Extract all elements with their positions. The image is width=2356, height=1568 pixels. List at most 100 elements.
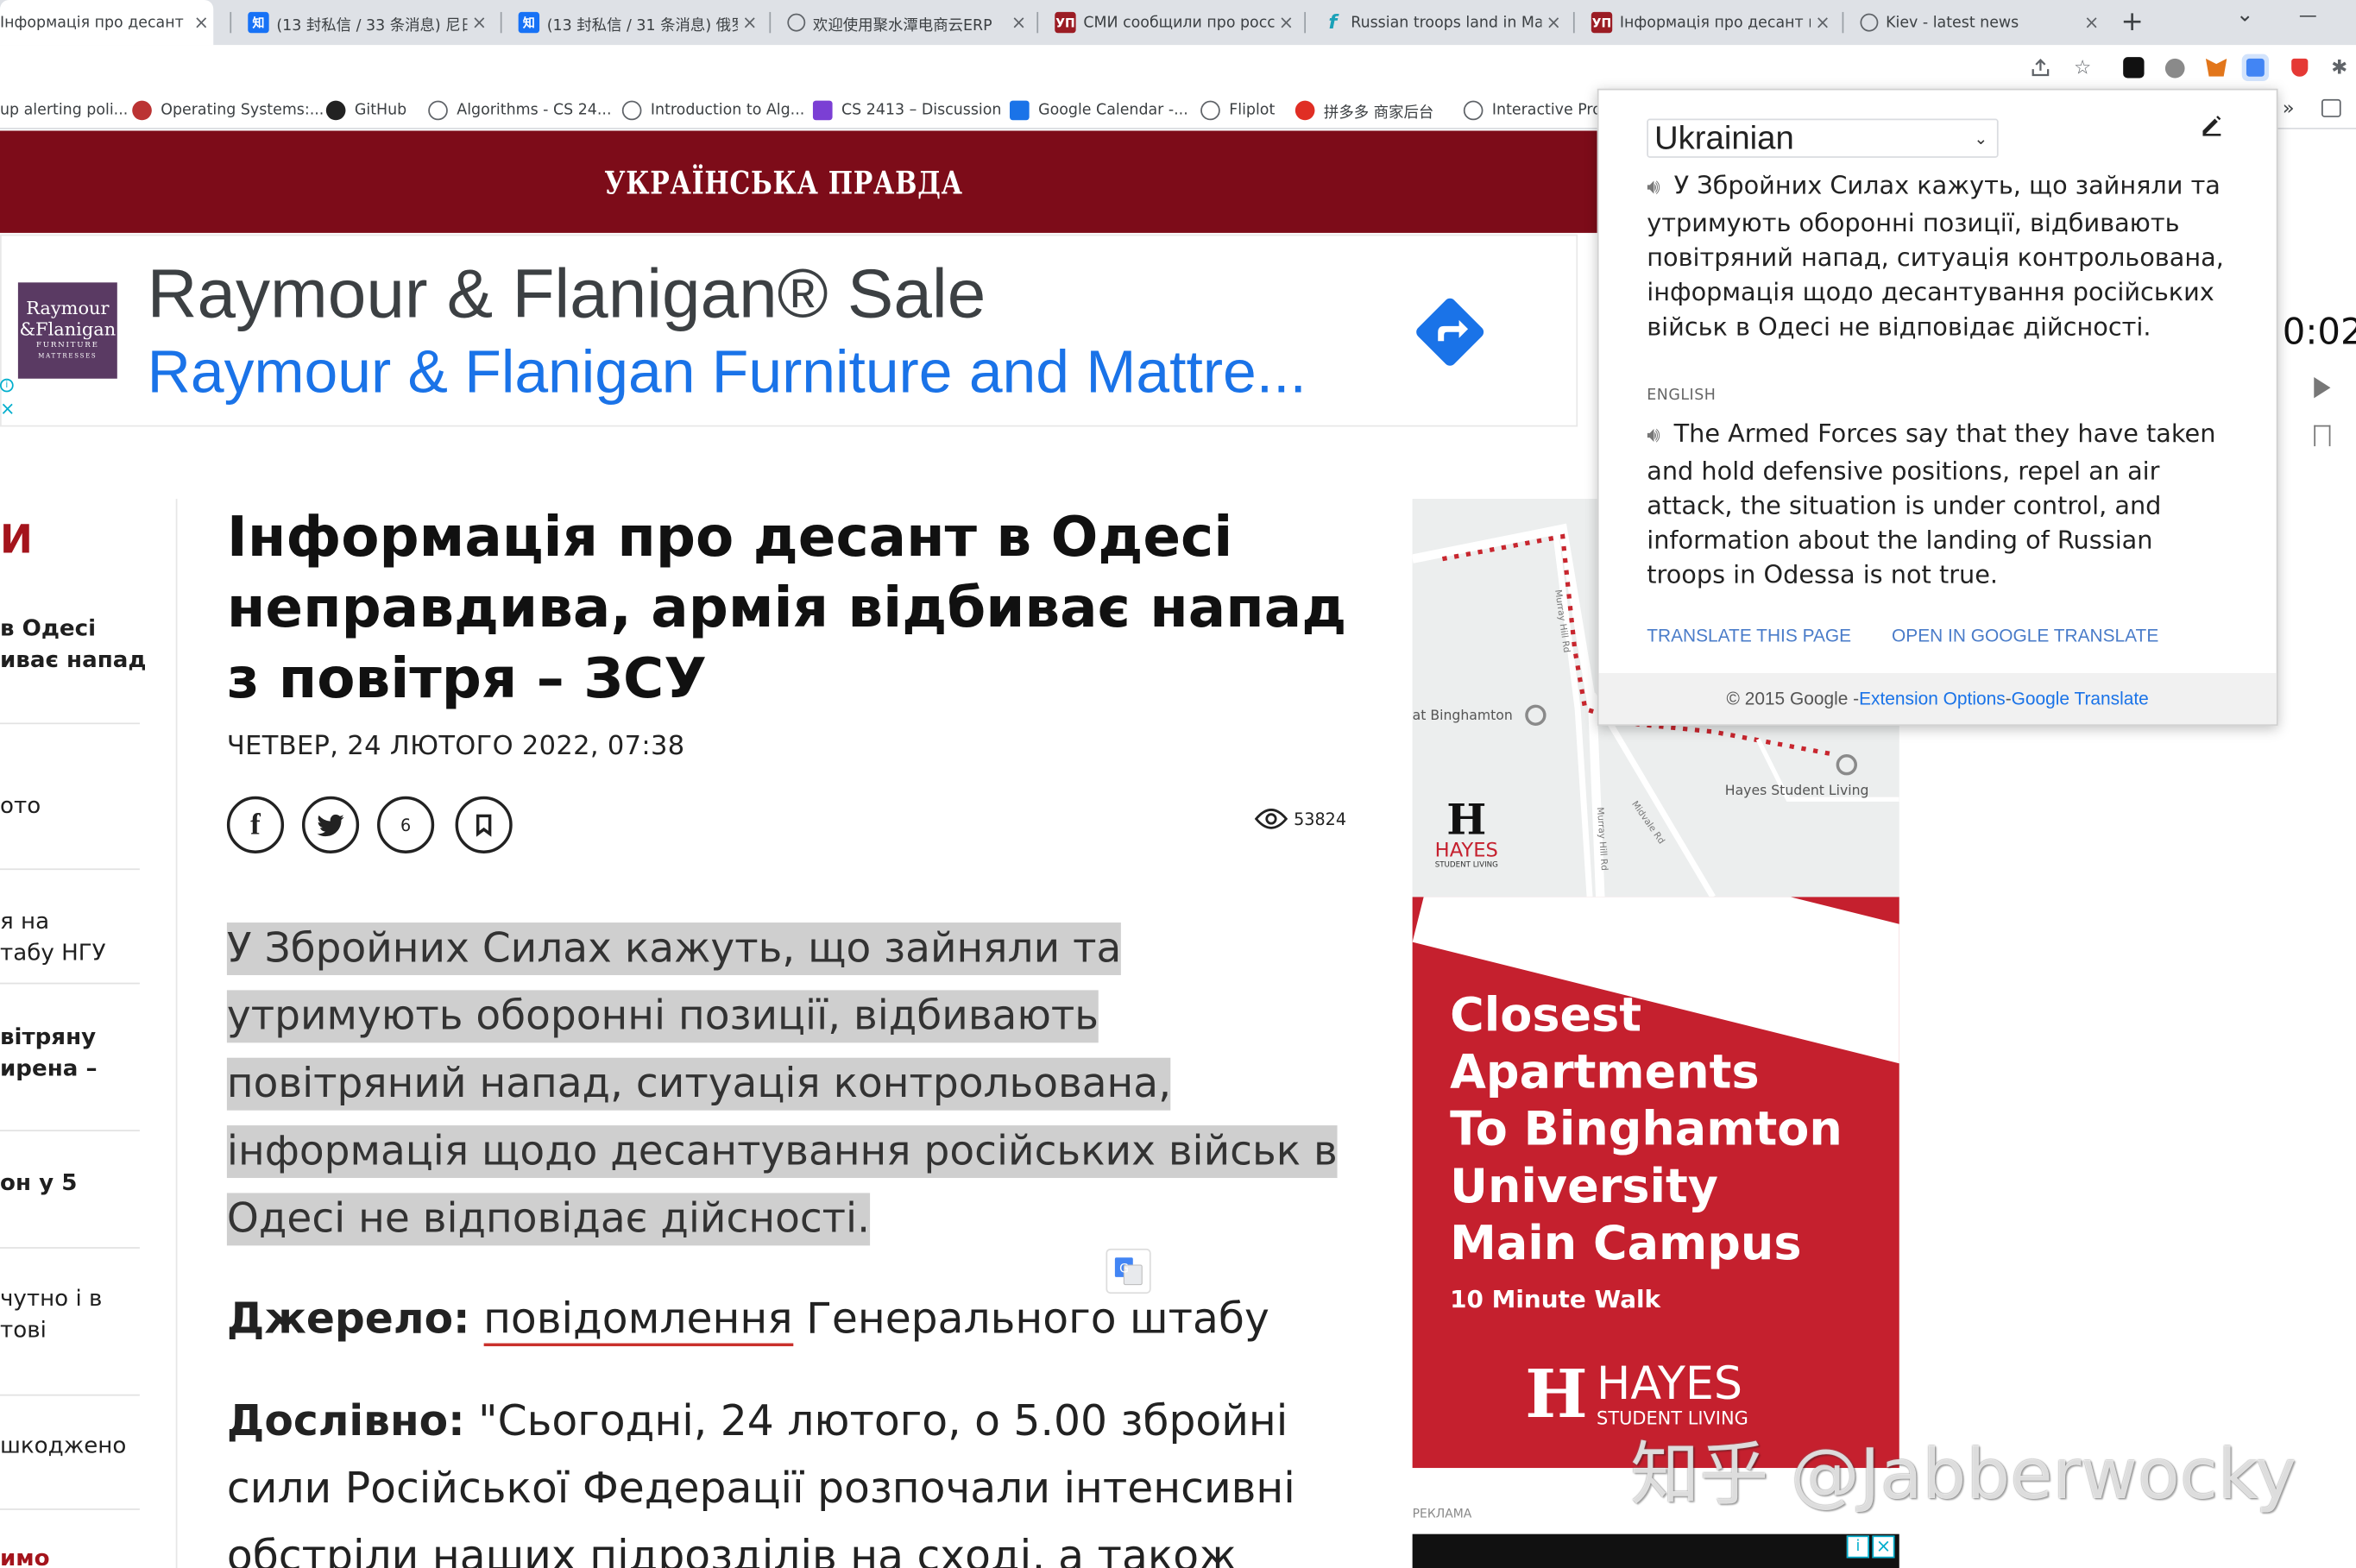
ad-subtitle[interactable]: Raymour & Flanigan Furniture and Mattre.… [148, 339, 1307, 406]
bookmark-label: GitHub [354, 101, 407, 118]
tab-search-chevron-icon[interactable]: ⌄ [2230, 3, 2260, 35]
adchoices-icon[interactable]: i [0, 378, 14, 393]
bookmark-item[interactable]: Algorithms - CS 24... [428, 90, 611, 129]
ad-arrow-icon[interactable] [1413, 294, 1488, 369]
ad-bottom[interactable] [1412, 1533, 1899, 1568]
close-tab-icon[interactable]: × [467, 12, 491, 33]
browser-toolbar [0, 45, 2356, 91]
sidebar-news-item[interactable]: он у 5 [0, 1168, 77, 1200]
sidebar-news-item[interactable]: вітряну ирена – [0, 1022, 98, 1085]
source-link[interactable]: повідомлення [483, 1294, 793, 1347]
bookmark-item[interactable]: Google Calendar -... [1010, 90, 1188, 129]
footer-copyright: © 2015 Google - [1726, 688, 1860, 709]
bookmark-item[interactable]: Introduction to Alg... [621, 90, 804, 129]
zhihu-icon: 知 [518, 11, 540, 34]
source-language-select[interactable]: Ukrainian ⌄ [1647, 118, 1999, 158]
open-google-translate-link[interactable]: OPEN IN GOOGLE TRANSLATE [1892, 625, 2158, 645]
share-icon[interactable] [2027, 54, 2054, 81]
ad-close-icon[interactable]: × [1872, 1535, 1895, 1559]
video-widget[interactable]: 0:02 [2277, 293, 2356, 466]
hayes-small-logo-sub: STUDENT LIVING [1434, 860, 1498, 871]
site-logo[interactable]: УКРАЇНСЬКА ПРАВДА [141, 130, 1426, 232]
bookmark-item[interactable]: 拼多多 商家后台 [1295, 90, 1433, 129]
sidebar-news-item[interactable]: я на табу НГУ [0, 906, 106, 969]
speaker-icon[interactable]: 🔊︎ [1647, 419, 1673, 454]
extension-google-translate-icon[interactable] [2241, 54, 2270, 82]
save-bookmark-button[interactable] [455, 796, 513, 853]
github-icon [325, 99, 346, 120]
article-quote: Дослівно: "Сьогодні, 24 лютого, о 5.00 з… [227, 1387, 1346, 1568]
extension-options-link[interactable]: Extension Options [1859, 688, 2006, 708]
comments-button[interactable]: 6 [377, 796, 435, 853]
hayes-logo: H HAYES STUDENT LIVING [1525, 1357, 1748, 1434]
hayes-small-logo: H HAYES STUDENT LIVING [1421, 798, 1511, 871]
close-tab-icon[interactable]: × [1541, 12, 1565, 33]
close-tab-icon[interactable]: × [738, 12, 762, 33]
translate-result-text: 🔊︎ The Armed Forces say that they have ta… [1647, 416, 2225, 592]
bookmark-star-icon[interactable]: ☆ [2069, 54, 2095, 81]
extension-owl-icon[interactable] [2161, 54, 2188, 81]
bookmark-item[interactable]: Interactive Prob [1463, 90, 1611, 129]
tab-separator [769, 11, 772, 34]
new-tab-button[interactable]: + [2115, 6, 2148, 39]
tab-3[interactable]: 知 (13 封私信 / 31 条消息) 俄罗斯× [509, 0, 762, 45]
sidebar-news-item[interactable]: имо [0, 1543, 50, 1568]
tab-8[interactable]: Kiev - latest news × [1851, 0, 2104, 45]
ad-close-icon[interactable]: × [0, 400, 16, 418]
ad-title[interactable]: Raymour & Flanigan® Sale [148, 253, 986, 334]
twitter-share-button[interactable] [301, 796, 360, 853]
globe-icon [1860, 13, 1879, 32]
speaker-icon[interactable]: 🔊︎ [1647, 171, 1673, 205]
eye-icon [1254, 809, 1288, 829]
ad-logo-line: &Flanigan [19, 318, 117, 340]
extension-metamask-icon[interactable] [2202, 54, 2229, 81]
close-tab-icon[interactable]: × [1007, 12, 1031, 33]
article-lead-selected[interactable]: У Збройних Силах кажуть, що зайняли та у… [226, 915, 1346, 1253]
bookmark-item[interactable]: Fliplot [1200, 90, 1275, 129]
facebook-share-button[interactable]: f [226, 796, 285, 853]
map-label: at Binghamton [1412, 708, 1513, 725]
extension-shield-icon[interactable] [2285, 54, 2312, 81]
bookmark-item[interactable]: Operating Systems:... [132, 90, 324, 129]
bookmarks-more-button[interactable]: » [2283, 98, 2295, 120]
bookmark-item[interactable]: up alerting poli... [0, 90, 128, 129]
globe-icon [1463, 99, 1484, 120]
ad-headline-line: Closest [1450, 988, 1642, 1043]
ad-headline-line: To Binghamton [1450, 1102, 1843, 1157]
tab-4[interactable]: 欢迎使用聚水潭电商云ERP × [778, 0, 1031, 45]
calendar-icon [1010, 99, 1030, 120]
sidebar-news-item[interactable]: в Одесі иває напад [0, 613, 146, 676]
literal-label: Дослівно: [226, 1395, 465, 1445]
sidebar-news-item[interactable]: ото [0, 790, 41, 822]
bookmark-item[interactable]: GitHub [325, 90, 407, 129]
close-tab-icon[interactable]: × [1811, 12, 1835, 33]
tab-title: Russian troops land in Mariupol [1351, 14, 1542, 31]
tab-5[interactable]: УП СМИ сообщили про российск× [1046, 0, 1299, 45]
close-tab-icon[interactable]: × [2080, 12, 2104, 33]
bookmark-item[interactable]: CS 2413 – Discussion [812, 90, 1001, 129]
translate-page-link[interactable]: TRANSLATE THIS PAGE [1647, 625, 1851, 645]
tab-title: Kiev - latest news [1886, 14, 2019, 31]
google-translate-link[interactable]: Google Translate [2012, 688, 2149, 708]
ad-apartments[interactable]: Closest Apartments To Binghamton University… [1412, 897, 1899, 1469]
tab-6[interactable]: f Russian troops land in Mariupol× [1313, 0, 1566, 45]
tab-7[interactable]: УП Інформація про десант в Одесі× [1582, 0, 1835, 45]
edit-pencil-icon[interactable] [2198, 111, 2225, 138]
play-icon[interactable] [2314, 377, 2331, 399]
reading-list-icon[interactable] [2321, 98, 2341, 117]
extension-tampermonkey-icon[interactable] [2120, 54, 2147, 81]
tab-1[interactable]: УПІнформація про десант в Одесі× [0, 0, 214, 46]
sidebar-news-item[interactable]: чутно і в тові [0, 1283, 102, 1346]
ad-brand-logo[interactable]: Raymour &Flanigan FURNITURE MATTRESSES [17, 282, 117, 379]
adchoices-icon[interactable]: i [1846, 1535, 1869, 1559]
bookmark-icon[interactable] [2314, 425, 2331, 447]
hayes-logo-text: HAYES [1597, 1357, 1743, 1411]
close-tab-icon[interactable]: × [189, 12, 213, 33]
close-tab-icon[interactable]: × [1274, 12, 1298, 33]
shield-icon [132, 99, 152, 120]
tab-2[interactable]: 知 (13 封私信 / 33 条消息) 尼日利× [239, 0, 492, 45]
source-text: У Збройних Силах кажуть, що зайняли та у… [1647, 171, 2224, 342]
extensions-puzzle-icon[interactable]: ✱ [2326, 54, 2353, 81]
sidebar-news-item[interactable]: шкоджено [0, 1431, 126, 1463]
minimize-button[interactable]: — [2290, 4, 2326, 35]
